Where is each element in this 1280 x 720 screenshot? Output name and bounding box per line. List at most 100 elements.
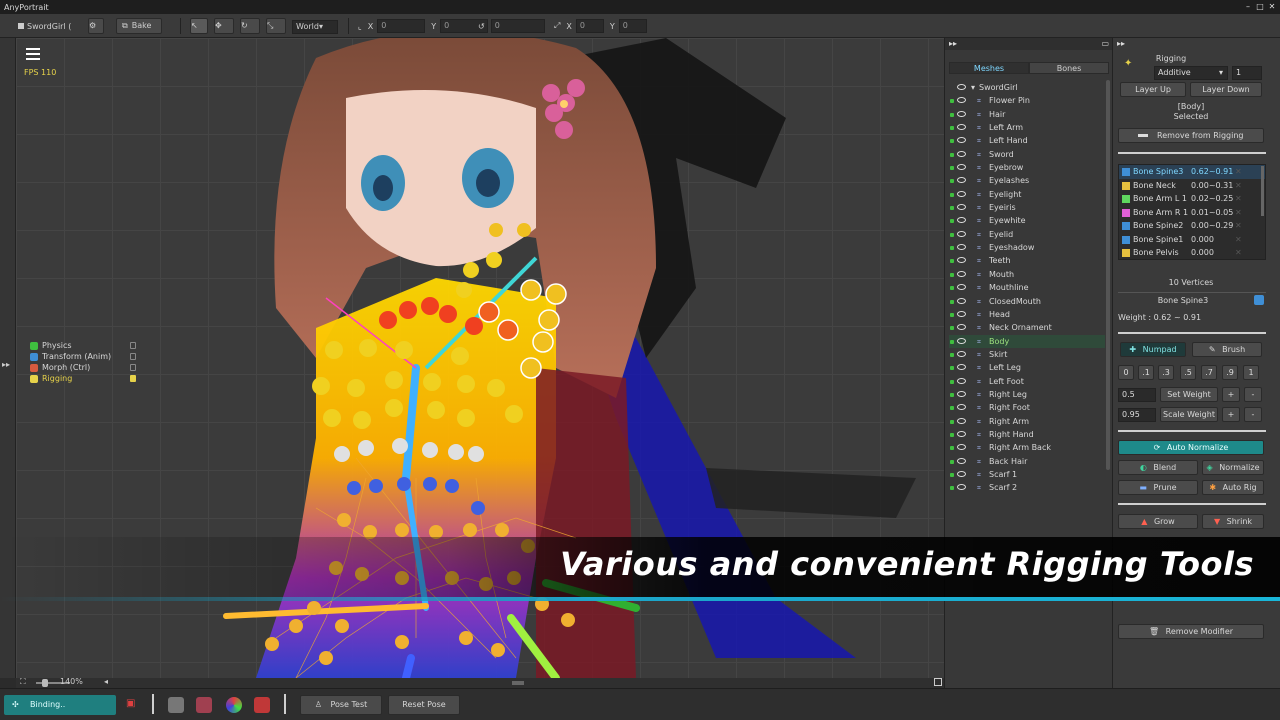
tree-item[interactable]: ⌗ Skirt xyxy=(949,348,1105,361)
expand-icon[interactable]: ▸▸ xyxy=(2,360,10,369)
tree-item[interactable]: ⌗ Mouth xyxy=(949,268,1105,281)
tree-item[interactable]: ⌗ Eyelight xyxy=(949,188,1105,201)
numpad-03-button[interactable]: .3 xyxy=(1158,365,1174,380)
active-dot-icon[interactable] xyxy=(950,312,954,317)
scroll-left-icon[interactable]: ◂ xyxy=(104,677,108,686)
color-view-icon[interactable] xyxy=(226,697,242,713)
close-icon[interactable]: ✕ xyxy=(1266,0,1278,14)
set-weight-button[interactable]: Set Weight xyxy=(1160,387,1218,402)
reset-pose-button[interactable]: Reset Pose xyxy=(388,695,460,715)
tree-item[interactable]: ⌗ Eyeiris xyxy=(949,201,1105,214)
tree-item[interactable]: ⌗ Body xyxy=(949,334,1105,348)
auto-normalize-toggle[interactable]: ⟳ Auto Normalize xyxy=(1118,440,1264,455)
brush-tab[interactable]: ✎ Brush xyxy=(1192,342,1262,357)
collapse-inspector-icon[interactable]: ▸▸ xyxy=(1117,39,1125,48)
visibility-eye-icon[interactable] xyxy=(957,430,966,437)
visibility-eye-icon[interactable] xyxy=(957,164,966,171)
scene-selector[interactable]: SwordGirl ( xyxy=(18,18,71,34)
numpad-01-button[interactable]: .1 xyxy=(1138,365,1154,380)
layer-down-button[interactable]: Layer Down xyxy=(1190,82,1262,97)
modifier-toggle[interactable] xyxy=(130,353,136,360)
visibility-eye-icon[interactable] xyxy=(957,150,966,157)
modifier-item-rigging[interactable]: Rigging xyxy=(30,373,136,384)
visibility-eye-icon[interactable] xyxy=(957,444,966,451)
numpad-07-button[interactable]: .7 xyxy=(1201,365,1217,380)
tree-item[interactable]: ⌗ Eyewhite xyxy=(949,214,1105,227)
visibility-eye-icon[interactable] xyxy=(957,217,966,224)
tab-meshes[interactable]: Meshes xyxy=(949,62,1029,74)
visibility-eye-icon[interactable] xyxy=(957,417,966,424)
pose-test-button[interactable]: ♙ Pose Test xyxy=(300,695,382,715)
visibility-eye-icon[interactable] xyxy=(957,390,966,397)
tree-item[interactable]: ⌗ Neck Ornament xyxy=(949,321,1105,334)
tree-item[interactable]: ⌗ Eyelid xyxy=(949,228,1105,241)
numpad-1-button[interactable]: 1 xyxy=(1243,365,1259,380)
tree-item[interactable]: ⌗ Left Foot xyxy=(949,375,1105,388)
numpad-09-button[interactable]: .9 xyxy=(1222,365,1238,380)
visibility-eye-icon[interactable] xyxy=(957,270,966,277)
active-dot-icon[interactable] xyxy=(950,352,954,357)
active-dot-icon[interactable] xyxy=(950,272,954,277)
bone-weight-row[interactable]: Bone Spine1 0.000 ✕ xyxy=(1119,233,1265,247)
pos-x-input[interactable]: 0 xyxy=(377,19,426,33)
tree-item[interactable]: ⌗ Right Foot xyxy=(949,401,1105,414)
visibility-eye-icon[interactable] xyxy=(957,190,966,197)
modifier-item-transform[interactable]: Transform (Anim) xyxy=(30,351,136,362)
tree-item[interactable]: ⌗ Head xyxy=(949,308,1105,321)
tab-bones[interactable]: Bones xyxy=(1029,62,1109,74)
remove-bone-icon[interactable]: ✕ xyxy=(1235,219,1242,233)
tree-item[interactable]: ⌗ Mouthline xyxy=(949,281,1105,294)
tree-item[interactable]: ⌗ Teeth xyxy=(949,254,1105,267)
visibility-eye-icon[interactable] xyxy=(957,284,966,291)
active-dot-icon[interactable] xyxy=(950,246,954,251)
visibility-eye-icon[interactable] xyxy=(957,310,966,317)
tree-item[interactable]: ⌗ Back Hair xyxy=(949,455,1105,468)
layer-input[interactable]: 1 xyxy=(1232,66,1262,80)
tree-item[interactable]: ⌗ Flower Pin xyxy=(949,94,1105,107)
layer-up-button[interactable]: Layer Up xyxy=(1120,82,1186,97)
bone-weight-row[interactable]: Bone Spine2 0.00~0.29 ✕ xyxy=(1119,219,1265,233)
remove-bone-icon[interactable]: ✕ xyxy=(1235,246,1242,260)
auto-rig-button[interactable]: ✱ Auto Rig xyxy=(1202,480,1264,495)
scale-x-input[interactable]: 0 xyxy=(575,19,604,33)
bone-list-scrollbar[interactable] xyxy=(1261,166,1264,216)
bone-select-icon[interactable] xyxy=(1254,295,1264,305)
horizontal-scrollbar[interactable] xyxy=(512,681,524,685)
scale-weight-plus-button[interactable]: + xyxy=(1222,407,1240,422)
rotation-input[interactable]: 0 xyxy=(490,19,545,33)
active-dot-icon[interactable] xyxy=(950,379,954,384)
tree-item[interactable]: ⌗ Left Leg xyxy=(949,361,1105,374)
active-dot-icon[interactable] xyxy=(950,139,954,144)
active-dot-icon[interactable] xyxy=(950,446,954,451)
bone-weight-row[interactable]: Bone Spine3 0.62~0.91 ✕ xyxy=(1119,165,1265,179)
active-dot-icon[interactable] xyxy=(950,206,954,211)
visibility-eye-icon[interactable] xyxy=(957,377,966,384)
modifier-item-physics[interactable]: Physics xyxy=(30,340,136,351)
zoom-slider-handle[interactable] xyxy=(42,679,48,687)
visibility-eye-icon[interactable] xyxy=(957,204,966,211)
mesh-view-icon[interactable] xyxy=(168,697,184,713)
bake-button[interactable]: ⧉ Bake xyxy=(116,18,162,34)
tree-item[interactable]: ⌗ Sword xyxy=(949,148,1105,161)
collapse-panel-icon[interactable]: ▸▸ xyxy=(949,39,957,48)
bone-weight-row[interactable]: Bone Neck 0.00~0.31 ✕ xyxy=(1119,179,1265,193)
tree-item[interactable]: ⌗ Scarf 2 xyxy=(949,481,1105,494)
tree-item[interactable]: ⌗ Right Arm xyxy=(949,415,1105,428)
blend-mode-dropdown[interactable]: Additive ▾ xyxy=(1154,66,1228,80)
hierarchy-scrollbar[interactable] xyxy=(1106,80,1110,470)
onion-skin-icon[interactable] xyxy=(254,697,270,713)
hamburger-menu-icon[interactable] xyxy=(26,48,40,60)
active-dot-icon[interactable] xyxy=(950,112,954,117)
active-dot-icon[interactable] xyxy=(950,432,954,437)
visibility-eye-icon[interactable] xyxy=(957,457,966,464)
rotate-tool-button[interactable]: ↻ xyxy=(240,18,260,34)
numpad-tab[interactable]: ✚ Numpad xyxy=(1120,342,1186,357)
visibility-eye-icon[interactable] xyxy=(957,350,966,357)
space-dropdown[interactable]: World ▾ xyxy=(292,20,338,34)
scale-tool-button[interactable]: ⤡ xyxy=(266,18,286,34)
visibility-eye-icon[interactable] xyxy=(957,257,966,264)
modifier-item-morph[interactable]: Morph (Ctrl) xyxy=(30,362,136,373)
active-dot-icon[interactable] xyxy=(950,99,954,104)
visibility-eye-icon[interactable] xyxy=(957,470,966,477)
remove-bone-icon[interactable]: ✕ xyxy=(1235,165,1242,179)
